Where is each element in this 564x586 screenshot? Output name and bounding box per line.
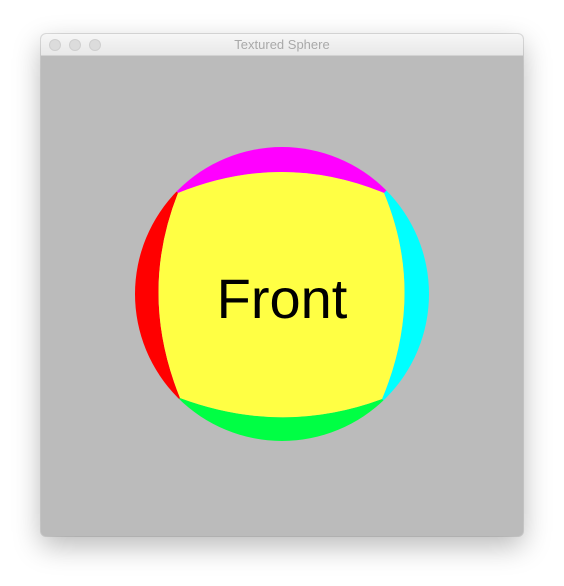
front-face-label: Front bbox=[217, 267, 348, 330]
render-canvas[interactable]: Front bbox=[41, 56, 523, 536]
title-bar[interactable]: Textured Sphere bbox=[41, 34, 523, 56]
app-window: Textured Sphere Front bbox=[41, 34, 523, 536]
window-title: Textured Sphere bbox=[234, 37, 330, 52]
sphere-viewport: Front bbox=[41, 56, 523, 536]
